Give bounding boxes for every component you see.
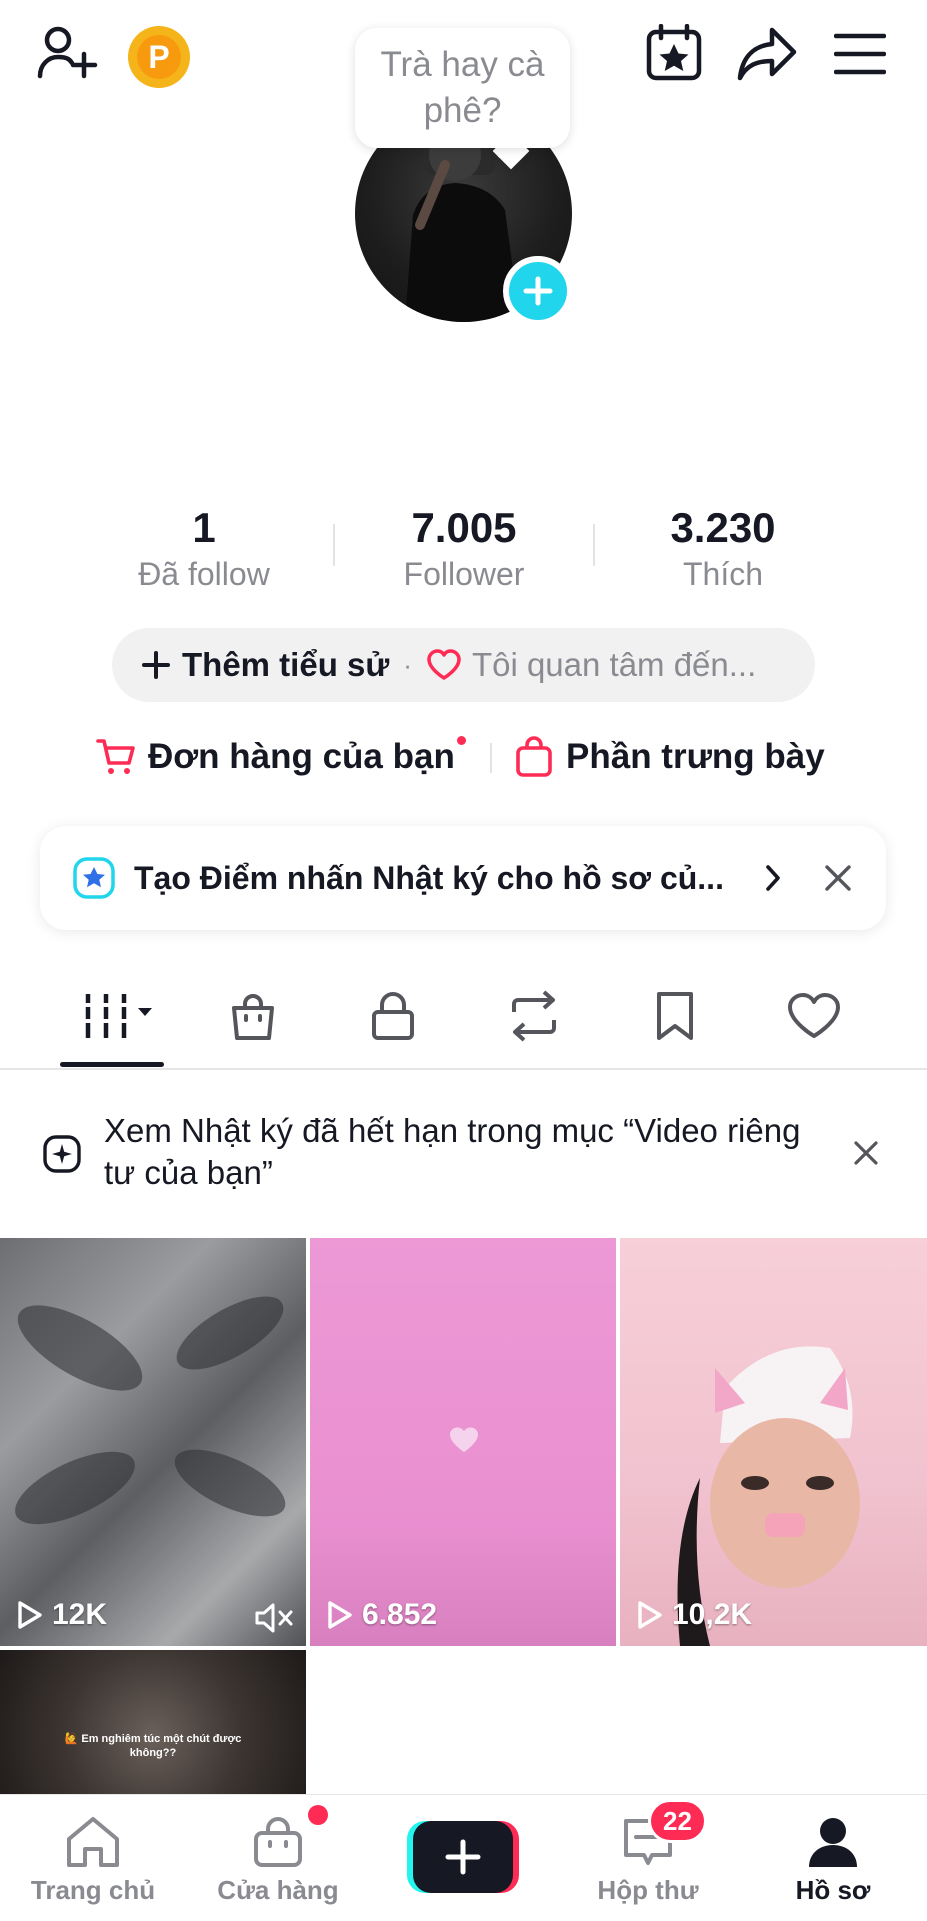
shopping-bag-icon [516,736,552,777]
stat-followers-label: Follower [403,556,525,592]
stat-likes-label: Thích [682,556,764,592]
plus-icon [142,651,170,679]
view-count: 10,2K [636,1598,752,1632]
tab-liked[interactable] [786,992,842,1040]
shop-notification-dot [308,1805,328,1825]
bottom-nav: Trang chủ Cửa hàng Hộp thư 22 Hồ sơ [0,1794,927,1921]
shopping-bag-icon [254,1817,302,1867]
menu-icon[interactable] [834,32,886,76]
coin-icon[interactable]: P [128,26,190,88]
diary-icon [42,1134,82,1174]
bio-pill[interactable]: Thêm tiểu sử · Tôi quan tâm đến... [112,628,815,702]
video-thumbnail[interactable]: 🙋 Em nghiêm túc một chút được không?? [0,1650,306,1794]
play-icon [638,1601,662,1629]
video-thumbnail[interactable]: 10,2K [620,1238,927,1646]
view-count-value: 6.852 [362,1598,438,1631]
video-thumbnail[interactable]: 6.852 [310,1238,616,1646]
nav-inbox-label: Hộp thư [597,1875,699,1905]
stat-divider [593,524,595,566]
share-icon[interactable] [736,26,798,82]
muted-icon [255,1603,293,1633]
interest-label: Tôi quan tâm đến... [471,646,757,683]
heart-icon [427,649,461,680]
chevron-right-icon[interactable] [764,864,782,892]
stat-likes-value: 3.230 [670,504,776,551]
active-tab-indicator [60,1062,164,1067]
tabs-divider [0,1068,927,1070]
tab-videos[interactable] [84,990,160,1042]
add-bio-label: Thêm tiểu sử [182,646,390,683]
orders-link[interactable]: Đơn hàng của bạn [96,732,466,782]
orders-notification-dot [456,736,466,745]
add-avatar-button[interactable] [503,256,573,326]
stat-following-label: Đã follow [138,556,270,592]
nav-home-label: Trang chủ [30,1875,156,1905]
stat-followers-value: 7.005 [411,504,517,551]
stat-following[interactable]: 1 Đã follow [104,503,304,595]
stat-divider [333,524,335,566]
tab-reposts[interactable] [506,990,562,1042]
bio-separator: · [403,649,412,680]
nav-profile[interactable]: Hồ sơ [758,1815,908,1906]
status-bubble[interactable]: Trà hay cà phê? [355,28,570,148]
tab-shop[interactable] [228,990,278,1042]
view-count-value: 10,2K [672,1598,753,1631]
orders-label: Đơn hàng của bạn [148,737,455,776]
inbox-badge: 22 [648,1799,707,1843]
create-button[interactable] [388,1821,538,1893]
expired-diary-notice: Xem Nhật ký đã hết hạn trong mục “Video … [104,1112,801,1191]
stat-following-value: 1 [192,504,216,551]
view-count: 12K [16,1598,107,1632]
shop-divider [490,743,492,773]
highlight-card[interactable]: Tạo Điểm nhấn Nhật ký cho hồ sơ củ... [40,826,886,930]
heart-icon [450,1427,478,1452]
play-icon [18,1601,42,1629]
nav-shop[interactable]: Cửa hàng [203,1815,353,1906]
add-friend-icon[interactable] [36,24,98,84]
showcase-label: Phần trưng bày [566,737,825,776]
close-icon[interactable] [853,1140,879,1166]
tab-saved[interactable] [654,990,696,1042]
play-icon [328,1601,352,1629]
video-caption: 🙋 Em nghiêm túc một chút được không?? [64,1733,242,1759]
nav-profile-label: Hồ sơ [795,1875,871,1905]
view-count-value: 12K [52,1598,108,1631]
profile-icon [809,1818,857,1867]
nav-shop-label: Cửa hàng [217,1875,339,1905]
showcase-link[interactable]: Phần trưng bày [514,732,825,782]
star-badge-icon [73,857,115,899]
close-icon[interactable] [824,864,852,892]
plus-icon [445,1839,481,1875]
highlight-card-text: Tạo Điểm nhấn Nhật ký cho hồ sơ củ... [134,859,724,896]
video-thumbnail[interactable]: 12K [0,1238,306,1646]
home-icon [67,1817,119,1867]
stat-likes[interactable]: 3.230 Thích [623,503,823,595]
calendar-star-icon[interactable] [645,24,703,82]
tab-private[interactable] [370,990,416,1042]
nav-home[interactable]: Trang chủ [18,1815,168,1906]
cart-icon [96,739,135,774]
view-count: 6.852 [326,1598,437,1632]
stat-followers[interactable]: 7.005 Follower [364,503,564,595]
